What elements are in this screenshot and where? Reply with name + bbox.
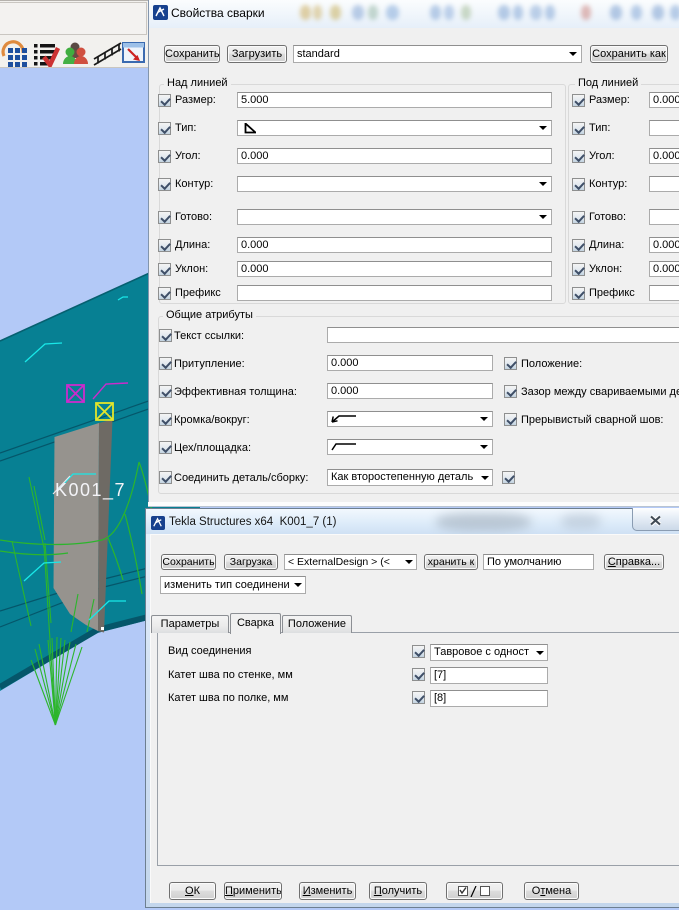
svg-text:K001_7: K001_7	[55, 480, 126, 501]
